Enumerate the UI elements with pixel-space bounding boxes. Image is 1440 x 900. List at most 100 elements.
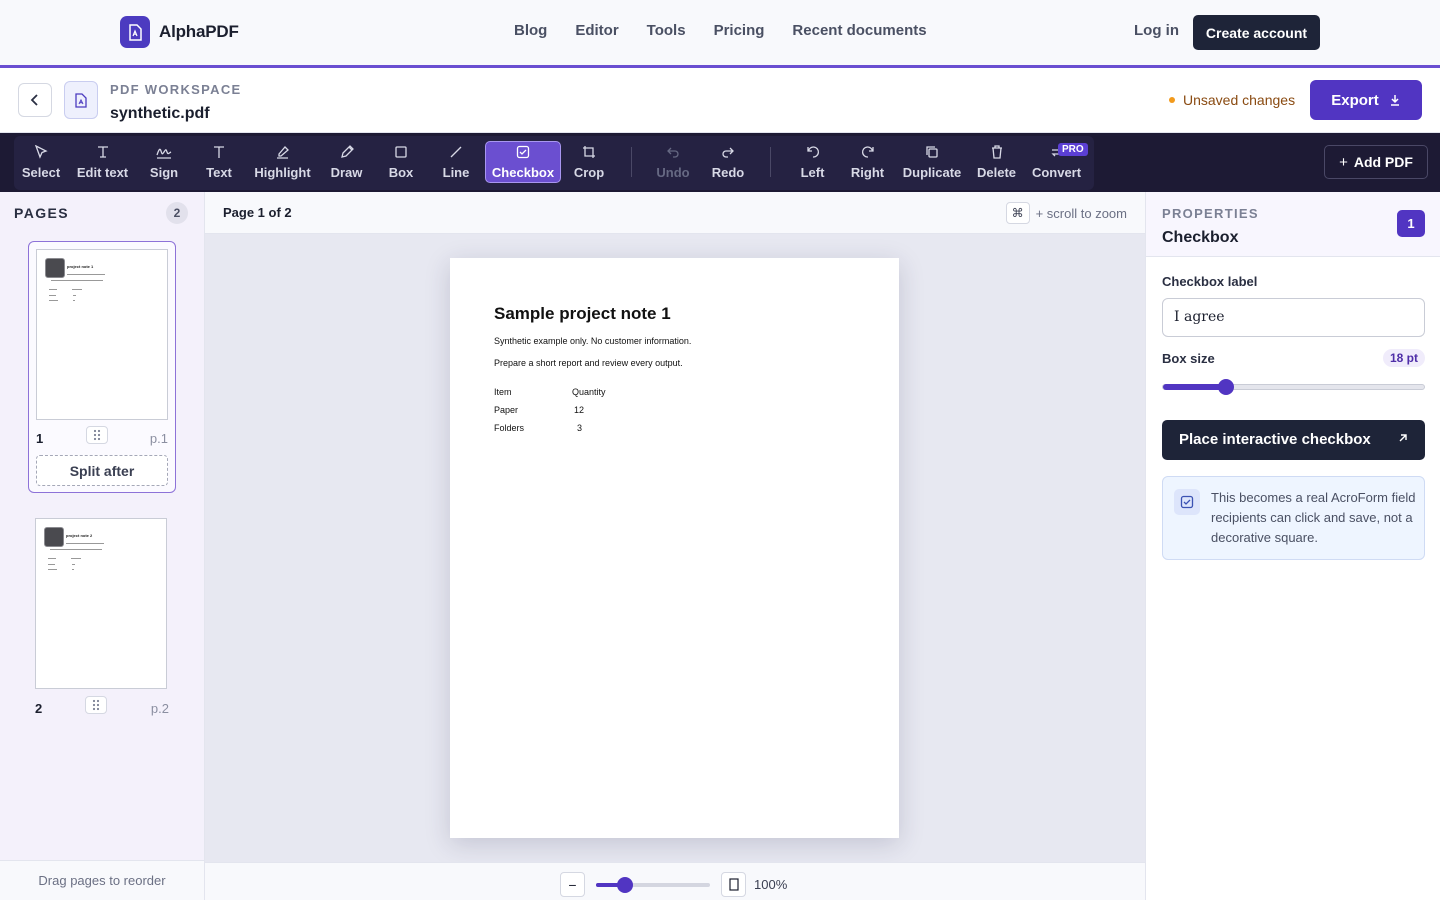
tool-label: Left: [800, 164, 825, 180]
page-card-2[interactable]: project note 2 2 p.2: [28, 511, 176, 721]
add-pdf-button[interactable]: + Add PDF: [1324, 145, 1428, 179]
thumbnail-text-line: [48, 569, 57, 570]
tool-rotate-left[interactable]: Left: [800, 141, 825, 183]
export-button[interactable]: Export: [1310, 80, 1422, 120]
tool-crop[interactable]: Crop: [574, 141, 604, 183]
page-number: 1: [36, 431, 44, 446]
page-indicator: Page 1 of 2: [223, 205, 292, 220]
add-pdf-label: Add PDF: [1353, 154, 1413, 170]
table-cell: Paper: [494, 405, 519, 415]
thumbnail-text-line: [72, 564, 75, 565]
checkbox-icon: [516, 145, 530, 158]
tool-label: Delete: [976, 164, 1017, 180]
tool-label: Select: [21, 164, 61, 180]
box-size-slider-handle[interactable]: [1218, 379, 1234, 395]
tool-undo[interactable]: Undo: [656, 141, 690, 183]
document-canvas[interactable]: Sample project note 1 Synthetic example …: [205, 234, 1145, 862]
zoom-slider[interactable]: [596, 877, 710, 893]
status-dot-icon: [1169, 97, 1175, 103]
tool-label: Crop: [573, 164, 605, 180]
tool-label: Highlight: [254, 164, 311, 180]
thumbnail-text-line: [71, 558, 81, 559]
page-thumbnail[interactable]: project note 2: [35, 518, 167, 689]
tool-delete[interactable]: Delete: [977, 141, 1016, 183]
properties-kicker: PROPERTIES: [1162, 206, 1259, 221]
nav-link-editor[interactable]: Editor: [575, 22, 618, 39]
tool-draw[interactable]: Draw: [330, 141, 363, 183]
back-button[interactable]: [18, 83, 52, 117]
unsaved-status: Unsaved changes: [1169, 92, 1295, 108]
thumbnail-text-line: [49, 295, 56, 296]
pdf-page[interactable]: Sample project note 1 Synthetic example …: [450, 258, 899, 838]
pro-badge: PRO: [1058, 143, 1088, 156]
crop-icon: [583, 145, 595, 158]
tool-highlight[interactable]: Highlight: [254, 141, 311, 183]
box-size-heading: Box size: [1162, 351, 1215, 366]
document-title: Sample project note 1: [494, 304, 671, 323]
tool-edit-text[interactable]: Edit text: [76, 141, 129, 183]
thumbnail-text-line: [73, 295, 76, 296]
pencil-icon: [340, 144, 354, 158]
export-label: Export: [1331, 91, 1379, 109]
nav-link-recent-documents[interactable]: Recent documents: [792, 22, 926, 39]
tool-duplicate[interactable]: Duplicate: [903, 141, 961, 183]
tool-label: Convert: [1031, 164, 1082, 180]
thumbnail-text-line: [48, 564, 55, 565]
fit-page-button[interactable]: [721, 872, 746, 897]
info-box: This becomes a real AcroForm field recip…: [1162, 476, 1425, 560]
tool-checkbox[interactable]: Checkbox: [485, 141, 561, 183]
command-key-icon: ⌘: [1005, 202, 1030, 224]
undo-icon: [667, 147, 679, 158]
highlighter-icon: [277, 145, 289, 159]
thumbnail-text-line: [50, 549, 102, 550]
tool-label: Undo: [656, 164, 690, 180]
properties-header: PROPERTIES Checkbox 1: [1146, 192, 1440, 257]
tool-label: Text: [206, 164, 232, 180]
unsaved-status-text: Unsaved changes: [1183, 92, 1296, 108]
copy-icon: [926, 145, 938, 158]
tool-line[interactable]: Line: [441, 141, 471, 183]
editor-toolbar: Select Edit text Sign Text Highlight Dra…: [0, 133, 1440, 192]
nav-link-pricing[interactable]: Pricing: [714, 22, 765, 39]
page-thumbnail[interactable]: project note 1: [36, 249, 168, 420]
nav-link-tools[interactable]: Tools: [647, 22, 686, 39]
tool-text[interactable]: Text: [205, 141, 233, 183]
zoom-slider-handle[interactable]: [617, 877, 633, 893]
brand[interactable]: AlphaPDF: [120, 16, 239, 48]
table-header: Item: [494, 387, 512, 397]
tool-rotate-right[interactable]: Right: [850, 141, 885, 183]
redo-icon: [722, 147, 734, 158]
pages-count-badge: 2: [166, 202, 188, 224]
place-checkbox-button[interactable]: Place interactive checkbox: [1162, 420, 1425, 460]
thumbnail-text-line: [72, 289, 82, 290]
zoom-out-button[interactable]: −: [560, 872, 585, 897]
tool-sign[interactable]: Sign: [149, 141, 179, 183]
thumbnail-text-line: [51, 280, 103, 281]
login-link[interactable]: Log in: [1134, 22, 1179, 39]
drag-handle-icon[interactable]: [86, 426, 108, 444]
thumbnail-text-line: [73, 300, 75, 301]
tool-box[interactable]: Box: [388, 141, 414, 183]
checkbox-label-heading: Checkbox label: [1162, 274, 1258, 289]
checkbox-label-input[interactable]: I agree: [1162, 298, 1425, 337]
page-card-1[interactable]: project note 1 1 p.1 Split after: [28, 241, 176, 493]
drag-handle-icon[interactable]: [85, 696, 107, 714]
thumbnail-text-line: [49, 289, 57, 290]
workspace-kicker: PDF WORKSPACE: [110, 82, 242, 97]
tool-label: Draw: [330, 164, 363, 180]
zoom-level: 100%: [754, 877, 788, 892]
nav-link-blog[interactable]: Blog: [514, 22, 547, 39]
thumbnail-image: [45, 258, 65, 278]
thumbnail-image: [44, 527, 64, 547]
pdf-logo-icon: [120, 16, 150, 48]
tool-select[interactable]: Select: [22, 141, 60, 183]
document-line: Synthetic example only. No customer info…: [494, 336, 692, 346]
box-size-slider-fill: [1163, 384, 1226, 390]
thumbnail-text-line: [72, 569, 74, 570]
toolbar-separator: [770, 147, 771, 177]
create-account-button[interactable]: Create account: [1193, 15, 1320, 50]
split-after-button[interactable]: Split after: [36, 455, 168, 486]
box-size-slider[interactable]: [1162, 379, 1425, 395]
tool-redo[interactable]: Redo: [711, 141, 745, 183]
chevron-left-icon: [30, 94, 38, 106]
